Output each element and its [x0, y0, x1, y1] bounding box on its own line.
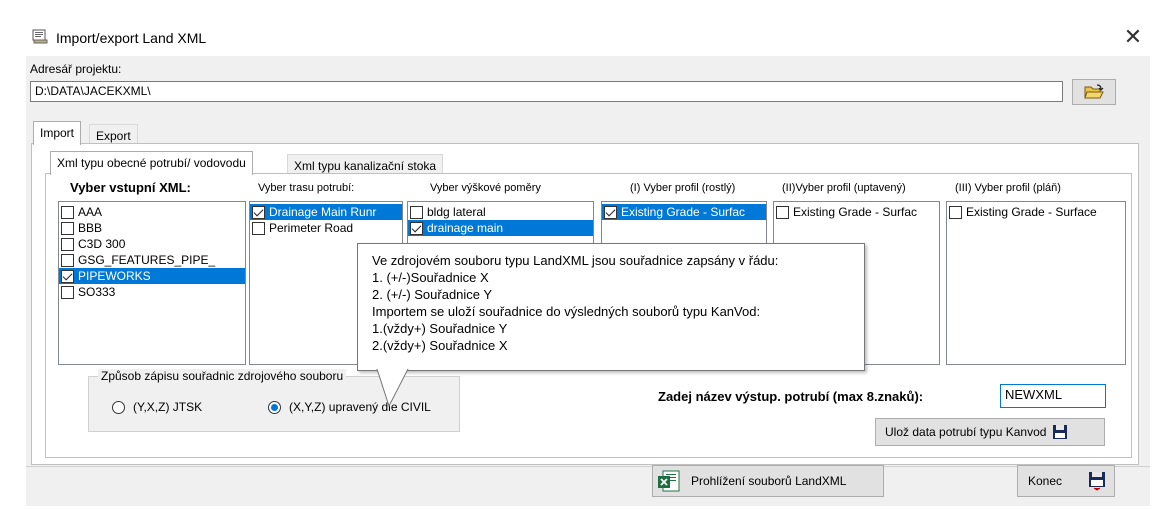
- height-header: Vyber výškové poměry: [430, 182, 541, 194]
- list-item[interactable]: Existing Grade - Surfac: [774, 204, 939, 220]
- radio-button[interactable]: [268, 400, 281, 414]
- list-item[interactable]: BBB: [59, 220, 245, 236]
- profile3-list[interactable]: Existing Grade - Surface: [946, 201, 1126, 365]
- tooltip-line: 1.(vždy+) Souřadnice Y: [372, 321, 508, 336]
- radio-button[interactable]: [112, 400, 125, 414]
- open-folder-icon: [1084, 84, 1104, 99]
- list-item-selected[interactable]: drainage main: [408, 220, 593, 236]
- project-path-label: Adresář projektu:: [30, 62, 122, 76]
- close-icon[interactable]: ✕: [1120, 24, 1146, 50]
- tooltip-line: Importem se uloží souřadnice do výsledný…: [372, 304, 761, 319]
- tab-import[interactable]: Import: [33, 121, 82, 145]
- list-item[interactable]: GSG_FEATURES_PIPE_: [59, 252, 245, 268]
- window-title: Import/export Land XML: [56, 30, 207, 46]
- checkbox[interactable]: [61, 237, 74, 251]
- tooltip-line: Ve zdrojovém souboru typu LandXML jsou s…: [372, 253, 779, 268]
- title-bar: Import/export Land XML ✕: [0, 0, 1155, 56]
- checkbox[interactable]: [61, 221, 74, 235]
- end-button[interactable]: Konec: [1017, 465, 1115, 497]
- separator: [26, 466, 1150, 467]
- checkbox[interactable]: [949, 205, 962, 219]
- list-item-selected[interactable]: Existing Grade - Surfac: [602, 204, 766, 220]
- tooltip-line: 2.(vždy+) Souřadnice X: [372, 338, 508, 353]
- app-icon: [32, 29, 48, 44]
- checkbox[interactable]: [410, 205, 423, 219]
- list-item-selected[interactable]: Drainage Main Runr: [250, 204, 402, 220]
- list-item[interactable]: Perimeter Road: [250, 220, 402, 236]
- coord-tooltip: Ve zdrojovém souboru typu LandXML jsou s…: [357, 243, 865, 371]
- excel-icon: [658, 470, 680, 492]
- checkbox[interactable]: [252, 221, 265, 235]
- input-xml-header: Vyber vstupní XML:: [70, 180, 191, 195]
- project-path-field[interactable]: D:\DATA\JACEKXML\: [30, 81, 1063, 102]
- list-item[interactable]: bldg lateral: [408, 204, 593, 220]
- profile3-header: (III) Vyber profil (pláň): [955, 182, 1061, 194]
- checkbox[interactable]: [61, 285, 74, 299]
- list-item[interactable]: SO333: [59, 284, 245, 300]
- pipe-route-header: Vyber trasu potrubí:: [258, 182, 355, 194]
- checkbox[interactable]: [252, 205, 265, 219]
- profile2-header: (II)Vyber profil (uptavený): [782, 182, 906, 194]
- list-item[interactable]: AAA: [59, 204, 245, 220]
- save-disk-icon: [1053, 425, 1068, 439]
- checkbox[interactable]: [604, 205, 617, 219]
- save-kanvod-button[interactable]: Ulož data potrubí typu Kanvod: [875, 418, 1105, 446]
- checkbox[interactable]: [61, 269, 74, 283]
- coord-mode-legend: Způsob zápisu souřadnic zdrojového soubo…: [98, 369, 347, 383]
- list-item[interactable]: Existing Grade - Surface: [947, 204, 1125, 220]
- profile1-header: (I) Vyber profil (rostlý): [630, 182, 736, 194]
- tooltip-line: 2. (+/-) Souřadnice Y: [372, 287, 493, 302]
- tooltip-tail: [376, 368, 409, 408]
- tooltip-line: 1. (+/-)Souřadnice X: [372, 270, 489, 285]
- view-landxml-button[interactable]: Prohlížení souborů LandXML: [652, 465, 884, 497]
- output-name-label: Zadej název výstup. potrubí (max 8.znaků…: [658, 389, 924, 404]
- output-name-input[interactable]: NEWXML: [1000, 384, 1106, 408]
- browse-folder-button[interactable]: [1072, 79, 1116, 105]
- tab-general-pipe[interactable]: Xml typu obecné potrubí/ vodovodu: [50, 151, 253, 175]
- checkbox[interactable]: [61, 253, 74, 267]
- checkbox[interactable]: [61, 205, 74, 219]
- input-xml-list[interactable]: AAA BBB C3D 300 GSG_FEATURES_PIPE_ PIPEW…: [58, 201, 246, 365]
- checkbox[interactable]: [410, 221, 423, 235]
- checkbox[interactable]: [776, 205, 789, 219]
- save-disk-icon: [1089, 472, 1105, 491]
- radio-jtsk[interactable]: (Y,X,Z) JTSK: [112, 400, 202, 414]
- list-item-selected[interactable]: PIPEWORKS: [59, 268, 245, 284]
- list-item[interactable]: C3D 300: [59, 236, 245, 252]
